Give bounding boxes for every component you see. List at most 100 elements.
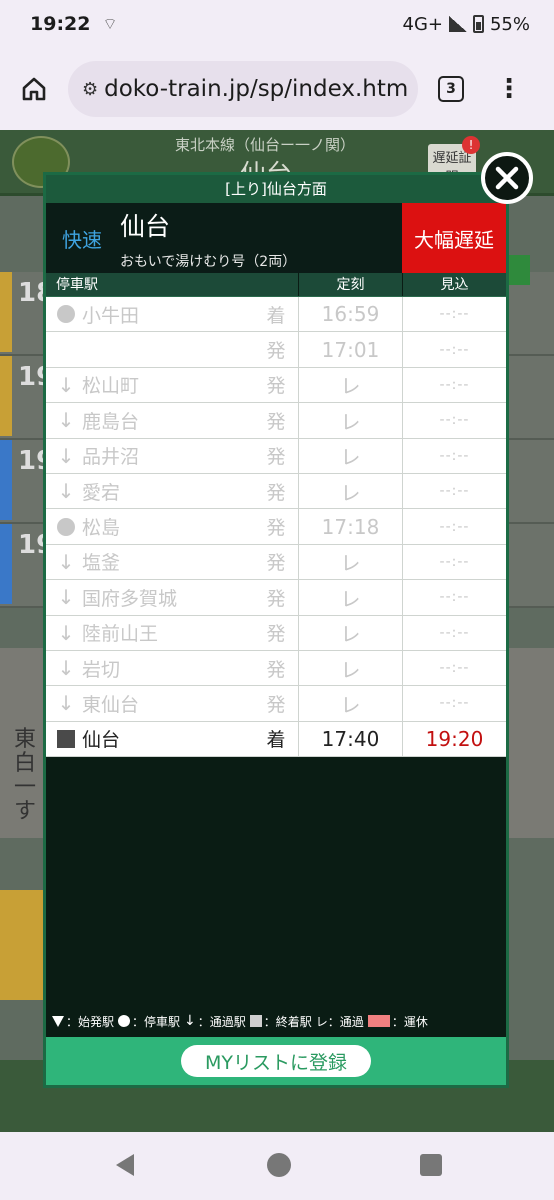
- stop-station-cell: ↓ 国府多賀城: [46, 584, 254, 611]
- scheduled-time: レ: [298, 615, 402, 650]
- train-name: おもいで湯けむり号（2両）: [120, 254, 297, 270]
- signal-icon: [448, 16, 467, 32]
- stop-station-cell: 小牛田: [46, 301, 254, 328]
- close-modal-button[interactable]: [481, 152, 533, 204]
- stop-station-cell: ↓ 東仙台: [46, 690, 254, 717]
- stop-row: ↓ 塩釜 発レ --:--: [46, 544, 506, 581]
- stop-station-cell: ↓ 鹿島台: [46, 407, 254, 434]
- pass-arrow-icon: ↓: [57, 585, 75, 610]
- stop-row: 小牛田 着 16:59 --:--: [46, 297, 506, 333]
- arrival-departure-label: 発: [266, 375, 286, 398]
- col-scheduled: 定刻: [298, 273, 402, 296]
- expected-time: --:--: [402, 544, 506, 580]
- scheduled-time: レ: [298, 650, 402, 686]
- stop-row: ↓ 東仙台 発レ --:--: [46, 686, 506, 722]
- recents-icon[interactable]: [420, 1154, 442, 1176]
- pass-arrow-icon: ↓: [57, 691, 75, 716]
- expected-time: --:--: [402, 332, 506, 367]
- back-icon[interactable]: [116, 1154, 134, 1176]
- expected-time: --:--: [402, 403, 506, 438]
- expected-time: --:--: [402, 473, 506, 509]
- scheduled-time: レ: [298, 473, 402, 509]
- arrival-departure-label: 発: [266, 623, 286, 646]
- expected-time: 19:20: [402, 721, 506, 757]
- system-nav-bar: [0, 1132, 554, 1200]
- scheduled-time: レ: [298, 686, 402, 721]
- stop-dot-icon: [54, 302, 78, 326]
- station-name: 岩切: [82, 658, 121, 681]
- station-name: 小牛田: [82, 304, 140, 327]
- wifi-icon: ⌔: [102, 14, 118, 33]
- address-bar[interactable]: ⚙ doko-train.jp/sp/index.htm: [68, 61, 418, 117]
- site-settings-icon[interactable]: ⚙: [82, 79, 98, 100]
- arrival-departure-label: 発: [266, 481, 286, 504]
- scheduled-time: レ: [298, 544, 402, 580]
- home-nav-icon[interactable]: [267, 1153, 291, 1177]
- scheduled-time: 17:40: [298, 721, 402, 757]
- pass-arrow-icon: ↓: [57, 443, 75, 468]
- modal-title: [上り]仙台方面: [46, 175, 506, 203]
- status-right: 4G+ 55%: [403, 14, 531, 35]
- scheduled-time: レ: [298, 438, 402, 473]
- stop-station-cell: ↓ 松山町: [46, 371, 254, 398]
- bg-banner: [0, 890, 44, 1000]
- expected-time: --:--: [402, 297, 506, 332]
- origin-triangle-icon: [52, 1015, 64, 1027]
- stop-row: ↓ 国府多賀城 発レ --:--: [46, 580, 506, 616]
- expected-time: --:--: [402, 367, 506, 403]
- station-name: 松山町: [82, 375, 140, 398]
- scheduled-time: 17:18: [298, 509, 402, 544]
- stop-row: 仙台 着 17:40 19:20: [46, 721, 506, 758]
- train-info: 仙台 おもいで湯けむり号（2両）: [118, 203, 402, 273]
- arrival-departure-label: 発: [266, 340, 286, 363]
- stop-row: ↓ 品井沼 発レ --:--: [46, 438, 506, 474]
- pass-arrow-icon: ↓: [57, 408, 75, 433]
- bg-line-name: 東北本線（仙台ー一ノ関）: [175, 136, 356, 154]
- battery-icon: [472, 15, 484, 33]
- stop-list: 小牛田着 16:59 --:-- 発 17:01 --:-- ↓ 松山町発レ --:-- ↓ 鹿島台…: [46, 297, 506, 758]
- status-time: 19:22: [30, 13, 91, 35]
- arrival-departure-label: 着: [266, 729, 286, 752]
- scheduled-time: レ: [298, 367, 402, 403]
- stop-dot-icon: [54, 515, 78, 539]
- arrival-departure-label: 着: [266, 304, 286, 327]
- pass-arrow-icon: ↓: [57, 620, 75, 645]
- train-detail-modal: [上り]仙台方面 快速 仙台 おもいで湯けむり号（2両） 大幅遅延 停車駅 定刻…: [43, 172, 509, 1088]
- expected-time: --:--: [402, 650, 506, 686]
- scheduled-time: レ: [298, 580, 402, 615]
- stop-dot-icon: [118, 1015, 131, 1027]
- station-name: 仙台: [82, 729, 121, 752]
- stop-station-cell: ↓ 塩釜: [46, 548, 254, 575]
- cancelled-swatch-icon: [367, 1015, 390, 1027]
- tab-count: 3: [446, 81, 456, 97]
- close-icon: [495, 166, 519, 190]
- pass-arrow-icon: ↓: [184, 1013, 196, 1029]
- arrival-departure-label: 発: [266, 693, 286, 716]
- tab-switcher-button[interactable]: 3: [438, 76, 464, 102]
- stop-station-cell: ↓ 陸前山王: [46, 619, 254, 646]
- stop-station-cell: [46, 338, 254, 362]
- station-name: 国府多賀城: [82, 587, 178, 610]
- expected-time: --:--: [402, 686, 506, 721]
- alert-badge-icon: !: [462, 136, 480, 154]
- station-name: 愛宕: [82, 481, 121, 504]
- expected-time: --:--: [402, 580, 506, 615]
- pass-arrow-icon: ↓: [57, 479, 75, 504]
- stop-station-cell: 仙台: [46, 725, 254, 752]
- home-button[interactable]: [14, 69, 54, 109]
- overflow-menu-icon[interactable]: ⋮: [496, 76, 522, 102]
- col-expected: 見込: [402, 273, 506, 296]
- modal-footer: MYリストに登録: [46, 1037, 506, 1085]
- legend: ：始発駅 ：停車駅 ↓ ：通過駅 ：終着駅 レ：通過 ：運休: [46, 1007, 506, 1035]
- stop-row: ↓ 松山町 発レ --:--: [46, 367, 506, 404]
- train-destination: 仙台: [120, 212, 171, 241]
- stop-station-cell: ↓ 岩切: [46, 655, 254, 682]
- expected-time: --:--: [402, 438, 506, 473]
- stop-row: 松島 発 17:18 --:--: [46, 509, 506, 545]
- stop-station-cell: ↓ 愛宕: [46, 478, 254, 505]
- arrival-departure-label: 発: [266, 552, 286, 575]
- add-to-mylist-button[interactable]: MYリストに登録: [181, 1045, 371, 1077]
- arrival-departure-label: 発: [266, 587, 286, 610]
- arrival-departure-label: 発: [266, 410, 286, 433]
- browser-toolbar: ⚙ doko-train.jp/sp/index.htm 3 ⋮: [0, 48, 554, 130]
